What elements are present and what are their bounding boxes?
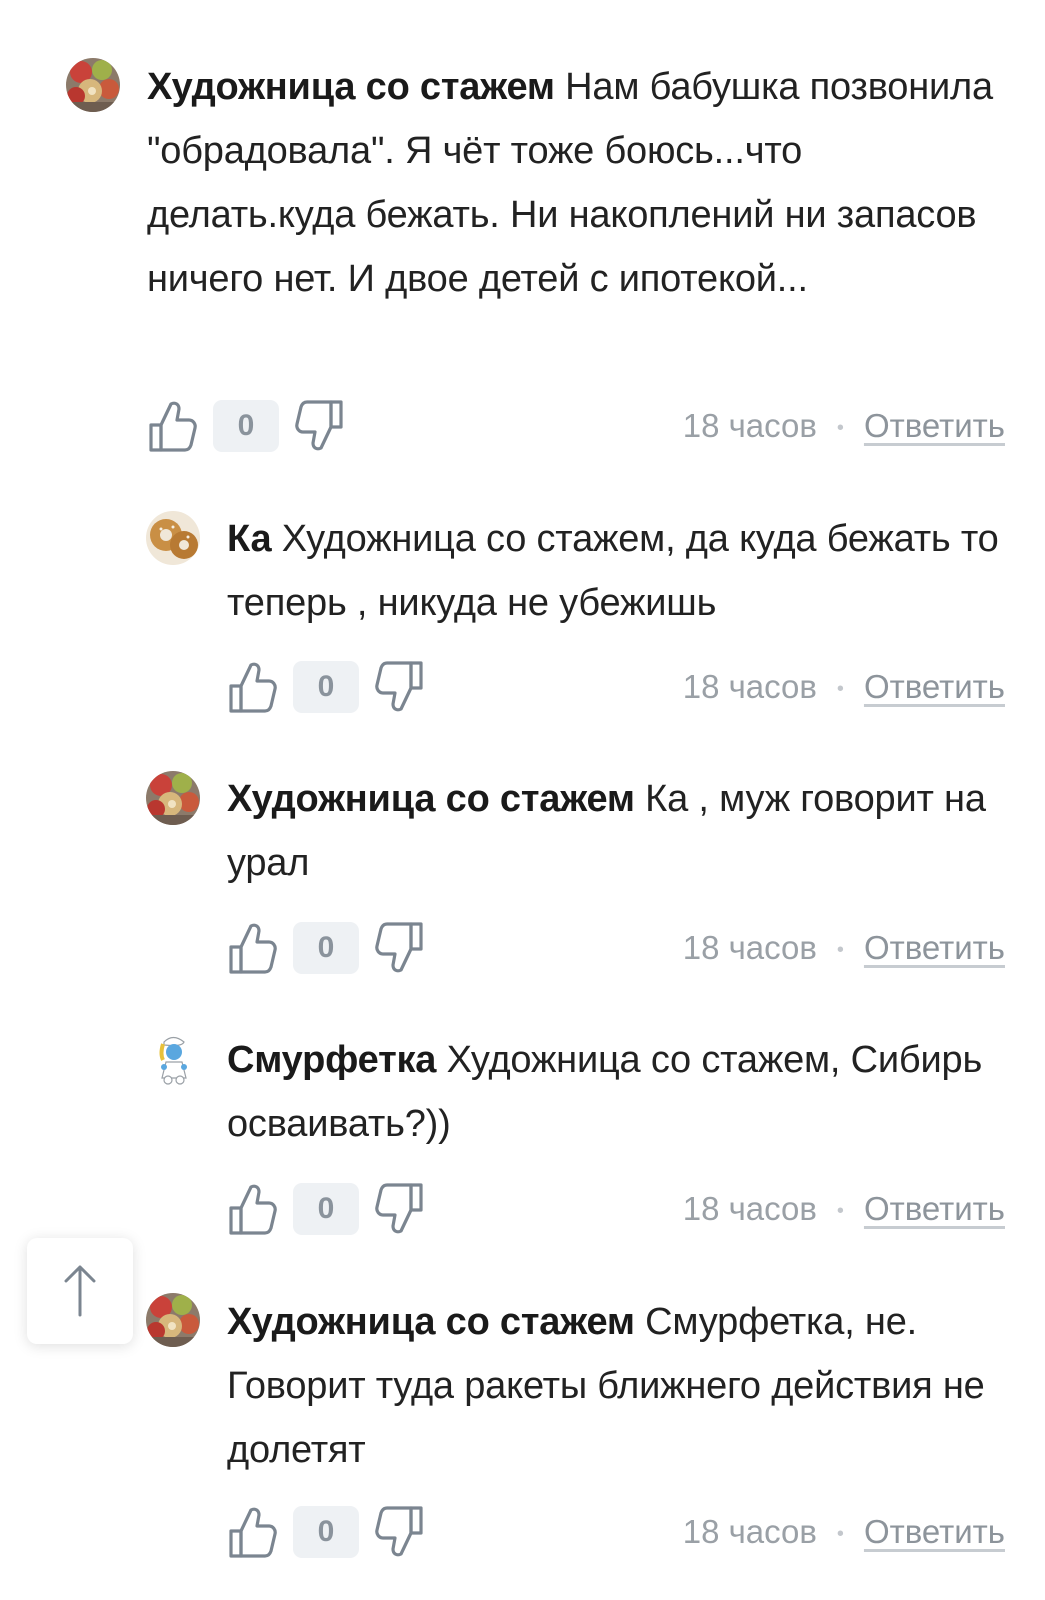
dislike-button[interactable] <box>373 1181 425 1237</box>
apples-avatar-icon <box>66 58 120 112</box>
comment-time: 18 часов <box>682 929 817 966</box>
comment-actions: 0 18 часов • Ответить <box>227 920 1005 976</box>
comment-author[interactable]: Художница со стажем <box>227 778 635 820</box>
comment-body: Ка Художница со стажем, да куда бежать т… <box>227 507 1005 635</box>
comment-time: 18 часов <box>682 407 817 444</box>
comment-actions: 0 18 часов • Ответить <box>147 398 1005 454</box>
thumb-down-icon <box>373 1181 425 1237</box>
comment-actions: 0 18 часов • Ответить <box>227 659 1005 715</box>
thumb-down-icon <box>373 659 425 715</box>
dislike-button[interactable] <box>373 920 425 976</box>
comment-body: Художница со стажем Ка , муж говорит на … <box>227 767 1005 895</box>
comment-author[interactable]: Художница со стажем <box>227 1301 635 1343</box>
apples-avatar-icon <box>146 1293 200 1347</box>
separator-dot: • <box>836 417 844 440</box>
like-count: 0 <box>293 922 359 974</box>
dislike-button[interactable] <box>293 398 345 454</box>
thumb-down-icon <box>373 920 425 976</box>
arrow-up-icon <box>64 1265 96 1317</box>
comment-time: 18 часов <box>682 1190 817 1227</box>
separator-dot: • <box>836 939 844 962</box>
comment-author[interactable]: Смурфетка <box>227 1039 436 1081</box>
comment-meta: 18 часов • Ответить <box>683 1504 1005 1560</box>
avatar[interactable] <box>66 58 120 112</box>
thumb-down-icon <box>293 398 345 454</box>
like-button[interactable] <box>227 920 279 976</box>
scroll-to-top-button[interactable] <box>27 1238 133 1344</box>
comment-text: Художница со стажем, да куда бежать то т… <box>227 518 999 624</box>
comment-actions: 0 18 часов • Ответить <box>227 1181 1005 1237</box>
like-count: 0 <box>293 1506 359 1558</box>
comment-body: Художница со стажем Нам бабушка позвонил… <box>147 55 1005 311</box>
avatar[interactable] <box>146 1032 200 1086</box>
like-button[interactable] <box>147 398 199 454</box>
like-button[interactable] <box>227 1504 279 1560</box>
thumb-up-icon <box>227 659 279 715</box>
thumb-up-icon <box>147 398 199 454</box>
like-count: 0 <box>213 400 279 452</box>
dislike-button[interactable] <box>373 659 425 715</box>
reply-link[interactable]: Ответить <box>864 407 1005 444</box>
smurfette-avatar-icon <box>146 1032 200 1086</box>
reply-link[interactable]: Ответить <box>864 668 1005 705</box>
reply-link[interactable]: Ответить <box>864 929 1005 966</box>
thumb-up-icon <box>227 920 279 976</box>
thumb-up-icon <box>227 1181 279 1237</box>
like-count: 0 <box>293 1183 359 1235</box>
apples-avatar-icon <box>146 771 200 825</box>
thumb-up-icon <box>227 1504 279 1560</box>
comment-author[interactable]: Художница со стажем <box>147 66 555 108</box>
comment-meta: 18 часов • Ответить <box>683 1181 1005 1237</box>
thumb-down-icon <box>373 1504 425 1560</box>
separator-dot: • <box>836 1200 844 1223</box>
avatar[interactable] <box>146 771 200 825</box>
reply-link[interactable]: Ответить <box>864 1513 1005 1550</box>
comment-body: Художница со стажем Смурфетка, не. Говор… <box>227 1290 1005 1482</box>
comment-author[interactable]: Ка <box>227 518 272 560</box>
separator-dot: • <box>836 678 844 701</box>
reply-link[interactable]: Ответить <box>864 1190 1005 1227</box>
like-count: 0 <box>293 661 359 713</box>
comment-meta: 18 часов • Ответить <box>683 398 1005 454</box>
comment-time: 18 часов <box>682 1513 817 1550</box>
comment-body: Смурфетка Художница со стажем, Сибирь ос… <box>227 1028 1005 1156</box>
comment-time: 18 часов <box>682 668 817 705</box>
comment-meta: 18 часов • Ответить <box>683 920 1005 976</box>
avatar[interactable] <box>146 511 200 565</box>
comment-meta: 18 часов • Ответить <box>683 659 1005 715</box>
dislike-button[interactable] <box>373 1504 425 1560</box>
separator-dot: • <box>836 1523 844 1546</box>
like-button[interactable] <box>227 659 279 715</box>
bagels-avatar-icon <box>146 511 200 565</box>
avatar[interactable] <box>146 1293 200 1347</box>
comment-actions: 0 18 часов • Ответить <box>227 1504 1005 1560</box>
like-button[interactable] <box>227 1181 279 1237</box>
